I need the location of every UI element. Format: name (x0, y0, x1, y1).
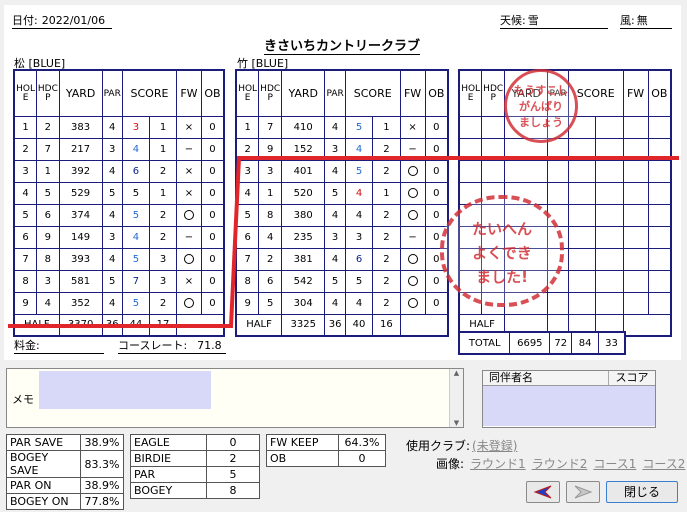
red-marker-line (8, 156, 679, 328)
stat-row: BOGEY 8 (130, 482, 260, 499)
companion-score-header[interactable]: スコア (609, 371, 655, 385)
stamp-line: よくでき (472, 244, 532, 262)
stamp-line: ました! (476, 268, 528, 286)
clubs-link[interactable]: (未登録) (472, 439, 517, 453)
stat-label: EAGLE (130, 434, 207, 451)
stats-score-table: EAGLE 0 BIRDIE 2 PAR 5 BOGEY 8 (130, 434, 260, 499)
stat-value: 77.8% (80, 493, 124, 510)
stat-label: BOGEY SAVE (6, 450, 81, 478)
stat-value: 2 (206, 450, 260, 467)
stat-label: BIRDIE (130, 450, 207, 467)
image-link-course2[interactable]: コース2 (642, 457, 685, 471)
stat-value: 38.9% (80, 434, 124, 451)
stat-value: 83.3% (80, 450, 124, 478)
arrow-right-icon (574, 485, 593, 499)
stats-save-table: PAR SAVE 38.9% BOGEY SAVE 83.3% PAR ON 38.9% B… (6, 434, 124, 510)
stat-row: FW KEEP 64.3% (266, 434, 386, 451)
stat-row: PAR ON 38.9% (6, 477, 124, 494)
memo-scrollbar[interactable]: ▲ ▼ (449, 369, 463, 427)
arrow-left-icon (533, 485, 552, 499)
clubs-label: 使用クラブ: (406, 439, 471, 453)
memo-label: メモ (12, 393, 34, 406)
scroll-down-icon[interactable]: ▼ (450, 419, 463, 427)
stat-row: PAR 5 (130, 466, 260, 483)
stat-row: OB 0 (266, 450, 386, 467)
clubs-row: 使用クラブ: (未登録) (406, 437, 517, 454)
images-label: 画像: (436, 457, 465, 471)
next-button[interactable] (566, 481, 600, 503)
companion-name-header[interactable]: 同伴者名 (483, 371, 609, 385)
stat-label: OB (266, 450, 339, 467)
praise-stamp: たいへん よくでき ました! (440, 195, 564, 307)
stat-value: 0 (338, 450, 386, 467)
image-link-round2[interactable]: ラウンド2 (532, 457, 588, 471)
stat-value: 38.9% (80, 477, 124, 494)
stat-value: 8 (206, 482, 260, 499)
companion-list[interactable]: 同伴者名 スコア (482, 370, 656, 428)
stat-label: PAR SAVE (6, 434, 81, 451)
stat-label: FW KEEP (266, 434, 339, 451)
image-link-round1[interactable]: ラウンド1 (470, 457, 526, 471)
stat-row: PAR SAVE 38.9% (6, 434, 124, 451)
stat-row: EAGLE 0 (130, 434, 260, 451)
stat-label: PAR ON (6, 477, 81, 494)
stat-value: 5 (206, 466, 260, 483)
stat-label: BOGEY (130, 482, 207, 499)
close-button[interactable]: 閉じる (606, 481, 678, 503)
stat-label: BOGEY ON (6, 493, 81, 510)
memo-text-area[interactable] (39, 371, 211, 409)
stat-row: BOGEY SAVE 83.3% (6, 450, 124, 478)
memo-panel: メモ ▲ ▼ (6, 368, 464, 428)
stamp-line: たいへん (471, 220, 532, 238)
stamp-line: ましょう (519, 116, 563, 129)
images-row: 画像: ラウンド1 ラウンド2 コース1 コース2 (436, 455, 685, 472)
stat-value: 64.3% (338, 434, 386, 451)
stat-row: BOGEY ON 77.8% (6, 493, 124, 510)
companion-rows[interactable] (483, 386, 655, 426)
prev-button[interactable] (526, 481, 560, 503)
encourage-stamp: もうすこし がんばり ましょう (504, 69, 578, 143)
image-link-course1[interactable]: コース1 (593, 457, 636, 471)
stats-fw-table: FW KEEP 64.3% OB 0 (266, 434, 386, 467)
stat-value: 0 (206, 434, 260, 451)
stamp-line: もうすこし (513, 84, 569, 97)
stat-row: BIRDIE 2 (130, 450, 260, 467)
stat-label: PAR (130, 466, 207, 483)
scroll-up-icon[interactable]: ▲ (450, 369, 463, 377)
stamp-line: がんばり (519, 100, 563, 113)
scorecard-sheet: 日付: 2022/01/06 きさいちカントリークラブ 天候: 雪 風: 無 松 [B… (4, 5, 681, 360)
